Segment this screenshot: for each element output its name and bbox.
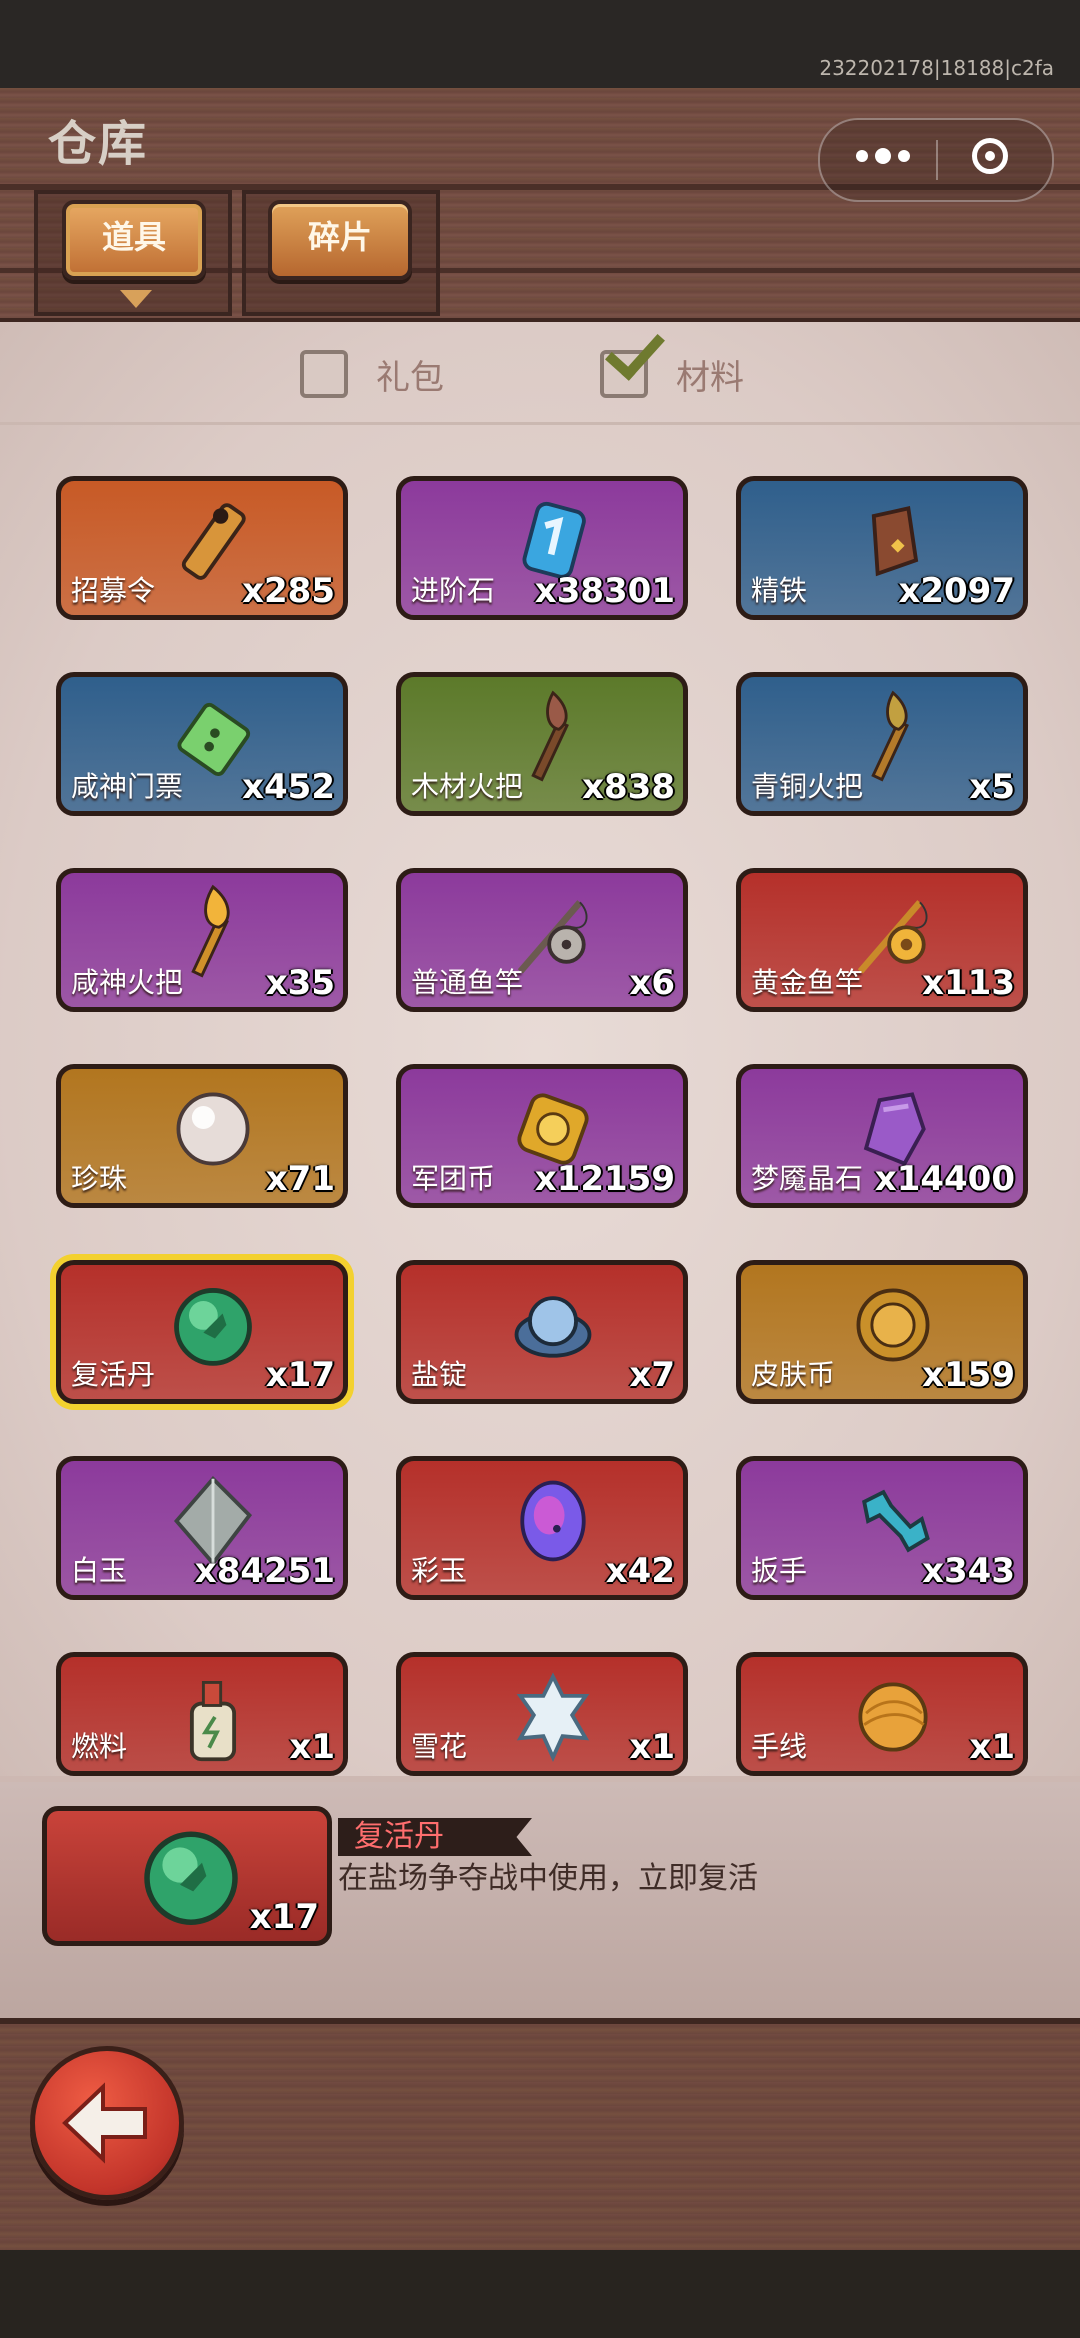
detail-name: 复活丹: [338, 1818, 532, 1856]
item-name: 黄金鱼竿: [751, 966, 864, 999]
item-name: 木材火把: [411, 770, 524, 803]
item-count: x35: [265, 963, 335, 1003]
item-slot[interactable]: 珍珠 x71: [56, 1064, 348, 1208]
detail-count: x17: [249, 1897, 319, 1937]
filter-gift[interactable]: 礼包: [300, 344, 444, 404]
item-slot[interactable]: 燃料 x1: [56, 1652, 348, 1776]
tab-items[interactable]: 道具: [62, 200, 206, 280]
item-count: x17: [265, 1355, 335, 1395]
home-indicator-bar: [0, 2250, 1080, 2338]
item-count: x6: [629, 963, 675, 1003]
divider: [0, 422, 1080, 425]
tab-fragments[interactable]: 碎片: [268, 200, 412, 280]
item-count: x1: [289, 1727, 335, 1767]
close-target-icon[interactable]: [972, 138, 1008, 174]
item-count: x1: [969, 1727, 1015, 1767]
filter-gift-label: 礼包: [376, 357, 444, 398]
item-count: x113: [922, 963, 1015, 1003]
item-name: 雪花: [411, 1730, 468, 1763]
item-name: 扳手: [751, 1554, 808, 1587]
item-name: 复活丹: [71, 1358, 156, 1391]
status-bar: 232202178|18188|c2fa: [0, 0, 1080, 88]
item-slot[interactable]: 雪花 x1: [396, 1652, 688, 1776]
item-count: x14400: [874, 1159, 1015, 1199]
capsule-divider: [936, 140, 938, 180]
item-slot[interactable]: 黄金鱼竿 x113: [736, 868, 1028, 1012]
revive-pill-icon: [144, 1831, 238, 1925]
back-arrow-icon: [62, 2082, 147, 2164]
item-name: 咸神门票: [71, 770, 184, 803]
item-name: 盐锭: [411, 1358, 468, 1391]
item-count: x42: [605, 1551, 675, 1591]
item-name: 普通鱼竿: [411, 966, 524, 999]
pearl-icon: [176, 1092, 250, 1166]
item-slot[interactable]: 军团币 x12159: [396, 1064, 688, 1208]
item-slot[interactable]: 木材火把 x838: [396, 672, 688, 816]
item-slot[interactable]: 白玉 x84251: [56, 1456, 348, 1600]
item-count: x452: [242, 767, 335, 807]
item-count: x285: [242, 571, 335, 611]
item-slot[interactable]: 皮肤币 x159: [736, 1260, 1028, 1404]
revive-pill-icon: [174, 1288, 252, 1366]
snowflake-icon: [516, 1672, 590, 1762]
item-name: 手线: [751, 1730, 808, 1763]
item-name: 彩玉: [411, 1554, 468, 1587]
item-count: x343: [922, 1551, 1015, 1591]
item-count: x12159: [534, 1159, 675, 1199]
item-name: 珍珠: [71, 1162, 128, 1195]
item-slot[interactable]: 梦魇晶石 x14400: [736, 1064, 1028, 1208]
fuel-bottle-icon: [189, 1681, 237, 1762]
detail-description: 在盐场争夺战中使用，立即复活: [338, 1861, 758, 1896]
item-slot[interactable]: 精铁 x2097: [736, 476, 1028, 620]
item-name: 进阶石: [411, 574, 496, 607]
item-name: 皮肤币: [751, 1358, 836, 1391]
item-slot[interactable]: 招募令 x285: [56, 476, 348, 620]
checkbox-gift[interactable]: [300, 350, 348, 398]
detail-item-card: x17: [42, 1806, 332, 1946]
item-name: 梦魇晶石: [751, 1162, 864, 1195]
miniprogram-capsule: [818, 118, 1054, 202]
item-count: x1: [629, 1727, 675, 1767]
item-slot[interactable]: 咸神门票 x452: [56, 672, 348, 816]
item-slot[interactable]: 咸神火把 x35: [56, 868, 348, 1012]
filter-material[interactable]: 材料: [600, 319, 744, 404]
item-slot[interactable]: 手线 x1: [736, 1652, 1028, 1776]
item-slot[interactable]: 进阶石 x38301: [396, 476, 688, 620]
item-name: 招募令: [71, 574, 156, 607]
item-count: x71: [265, 1159, 335, 1199]
item-name: 燃料: [71, 1730, 128, 1763]
item-slot[interactable]: 青铜火把 x5: [736, 672, 1028, 816]
item-name: 青铜火把: [751, 770, 864, 803]
item-count: x2097: [898, 571, 1015, 611]
checkbox-material[interactable]: [600, 319, 665, 398]
tab-indicator-icon: [120, 290, 152, 308]
salt-ingot-icon: [514, 1296, 592, 1358]
item-slot[interactable]: 彩玉 x42: [396, 1456, 688, 1600]
item-count: x5: [969, 767, 1015, 807]
item-slot[interactable]: 扳手 x343: [736, 1456, 1028, 1600]
item-slot[interactable]: 盐锭 x7: [396, 1260, 688, 1404]
item-count: x838: [582, 767, 675, 807]
item-name: 咸神火把: [71, 966, 184, 999]
page-title: 仓库: [48, 116, 149, 172]
item-name: 精铁: [751, 574, 808, 607]
back-button[interactable]: [30, 2046, 184, 2200]
item-slot[interactable]: 普通鱼竿 x6: [396, 868, 688, 1012]
more-icon[interactable]: [856, 148, 910, 164]
item-count: x7: [629, 1355, 675, 1395]
item-slot[interactable]: 复活丹 x17: [56, 1260, 348, 1404]
color-jade-icon: [520, 1480, 586, 1562]
item-count: x159: [922, 1355, 1015, 1395]
build-id: 232202178|18188|c2fa: [819, 56, 1054, 80]
yarn-ball-icon: [858, 1682, 928, 1752]
item-name: 白玉: [71, 1554, 128, 1587]
item-name: 军团币: [411, 1162, 496, 1195]
item-count: x84251: [194, 1551, 335, 1591]
item-count: x38301: [534, 571, 675, 611]
filter-material-label: 材料: [676, 357, 744, 398]
